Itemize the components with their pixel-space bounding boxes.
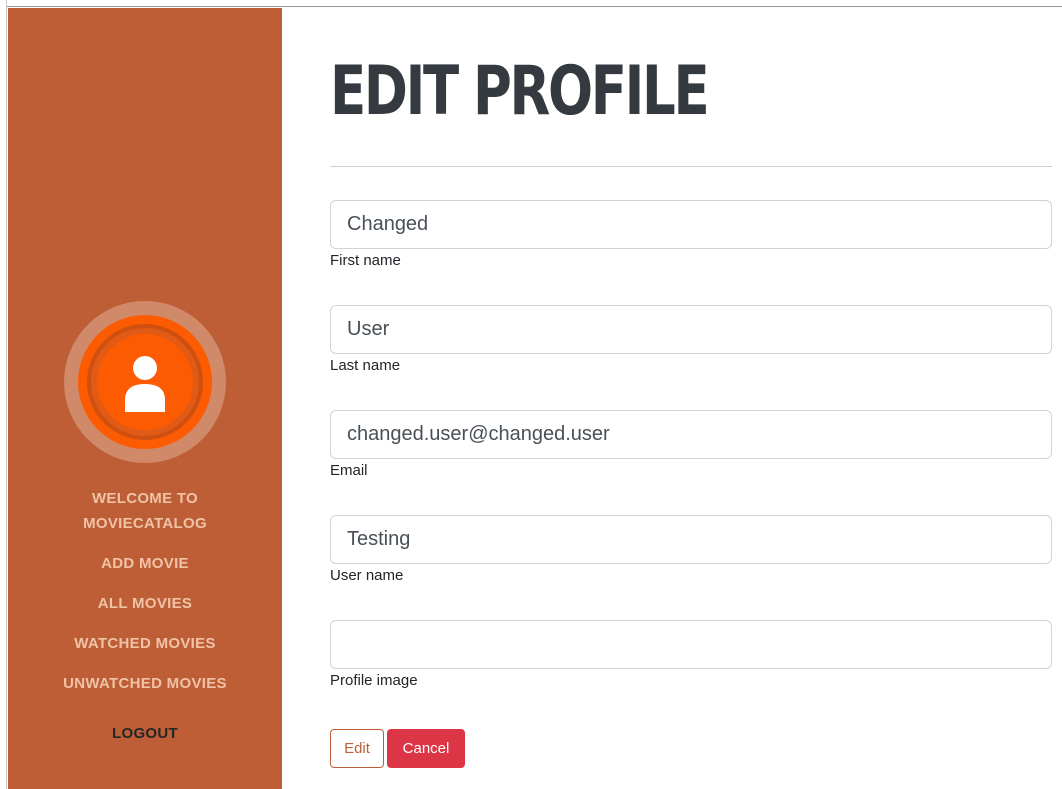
profile-image-input[interactable] — [330, 620, 1052, 669]
email-label: Email — [330, 462, 368, 479]
last-name-label: Last name — [330, 357, 401, 374]
sidebar-item-watched-movies[interactable]: WATCHED MOVIES — [8, 631, 282, 656]
email-input[interactable]: changed.user@changed.user — [330, 410, 1052, 459]
sidebar-nav: WELCOME TO MOVIECATALOG ADD MOVIE ALL MO… — [8, 486, 282, 746]
cancel-button[interactable]: Cancel — [387, 729, 465, 768]
sidebar-item-unwatched-movies[interactable]: UNWATCHED MOVIES — [8, 671, 282, 696]
form-actions: Edit Cancel — [330, 729, 465, 768]
first-name-group: Changed First name — [330, 200, 1052, 270]
last-name-input[interactable]: User — [330, 305, 1052, 354]
avatar-ring — [78, 315, 212, 449]
profile-image-label: Profile image — [330, 672, 418, 689]
last-name-group: User Last name — [330, 305, 1052, 375]
profile-image-group: Profile image — [330, 620, 1052, 690]
email-group: changed.user@changed.user Email — [330, 410, 1052, 480]
sidebar-item-add-movie[interactable]: ADD MOVIE — [8, 551, 282, 576]
sidebar: WELCOME TO MOVIECATALOG ADD MOVIE ALL MO… — [8, 8, 282, 789]
avatar-inner-ring — [87, 324, 203, 440]
logout-link[interactable]: LOGOUT — [8, 721, 282, 746]
edit-profile-form: Changed First name User Last name change… — [330, 0, 1052, 789]
user-name-group: Testing User name — [330, 515, 1052, 585]
user-name-label: User name — [330, 567, 404, 584]
first-name-input[interactable]: Changed — [330, 200, 1052, 249]
first-name-label: First name — [330, 252, 401, 269]
window-left-border — [0, 0, 7, 789]
avatar-core — [97, 334, 193, 430]
avatar — [64, 301, 226, 463]
sidebar-item-welcome[interactable]: WELCOME TO MOVIECATALOG — [65, 486, 225, 536]
user-icon — [125, 356, 165, 412]
user-name-input[interactable]: Testing — [330, 515, 1052, 564]
sidebar-item-all-movies[interactable]: ALL MOVIES — [8, 591, 282, 616]
edit-button[interactable]: Edit — [330, 729, 384, 768]
